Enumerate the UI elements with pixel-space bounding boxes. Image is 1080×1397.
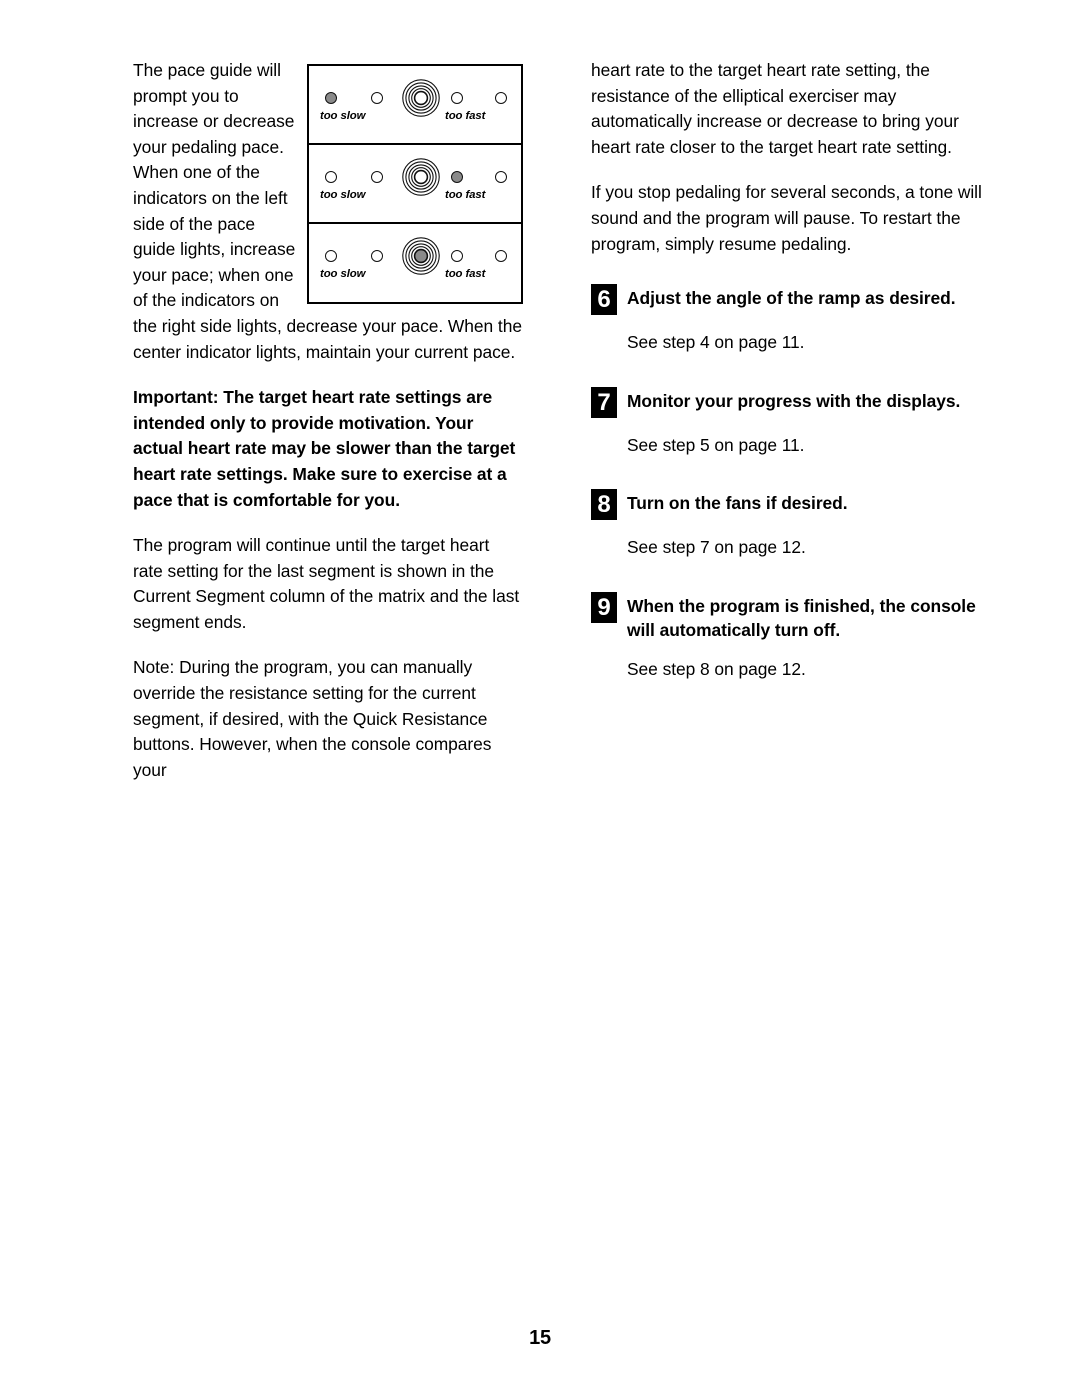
step-9-head: 9 When the program is finished, the cons…	[591, 591, 987, 642]
left-column: too slow too fast too slow too fast too …	[133, 58, 523, 783]
step-6-body: See step 4 on page 11.	[627, 332, 805, 353]
step-9-title: When the program is finished, the consol…	[627, 595, 976, 640]
label-too-fast: too fast	[445, 268, 486, 280]
pause-paragraph: If you stop pedaling for several seconds…	[591, 182, 982, 254]
label-too-slow: too slow	[320, 268, 366, 280]
pace-panel-too-slow: too slow too fast	[309, 66, 521, 145]
lamp-left-inner-icon	[371, 171, 383, 183]
lamp-right-outer-icon	[495, 92, 507, 104]
lamp-right-outer-icon	[495, 171, 507, 183]
lamp-right-outer-icon	[495, 250, 507, 262]
lamp-right-inner-icon	[451, 250, 463, 262]
lamp-row	[309, 237, 521, 275]
lamp-left-outer-icon	[325, 171, 337, 183]
lamp-left-inner-icon	[371, 92, 383, 104]
lamp-right-inner-icon	[451, 92, 463, 104]
step-9-body: See step 8 on page 12.	[627, 658, 806, 679]
manual-page: too slow too fast too slow too fast too …	[0, 0, 1080, 1397]
pace-guide-figure: too slow too fast too slow too fast too …	[307, 64, 523, 307]
step-7: 7 Monitor your progress with the display…	[591, 386, 987, 459]
lamp-left-outer-icon	[325, 92, 337, 104]
pace-panel-on-pace: too slow too fast	[309, 224, 521, 302]
important-paragraph: Important: The target heart rate setting…	[133, 387, 516, 510]
step-8-body: See step 7 on page 12.	[627, 537, 806, 558]
step-6-number-badge: 6	[591, 284, 617, 316]
program-continue-paragraph: The program will continue until the targ…	[133, 535, 520, 632]
step-9: 9 When the program is finished, the cons…	[591, 591, 987, 683]
step-7-title: Monitor your progress with the displays.	[627, 390, 961, 411]
label-too-slow: too slow	[320, 110, 366, 122]
lamp-left-inner-icon	[371, 250, 383, 262]
target-center-icon	[401, 157, 441, 197]
step-6: 6 Adjust the angle of the ramp as desire…	[591, 283, 987, 356]
label-too-fast: too fast	[445, 110, 486, 122]
step-8-head: 8 Turn on the fans if desired.	[591, 488, 987, 521]
pace-guide-diagram: too slow too fast too slow too fast too …	[307, 64, 523, 304]
lamp-row	[309, 79, 521, 117]
continued-paragraph: heart rate to the target heart rate sett…	[591, 60, 959, 157]
step-7-number-badge: 7	[591, 386, 617, 418]
step-8-number-badge: 8	[591, 489, 617, 521]
step-8-title: Turn on the fans if desired.	[627, 493, 848, 514]
label-too-slow: too slow	[320, 189, 366, 201]
right-column: heart rate to the target heart rate sett…	[591, 58, 987, 683]
step-7-head: 7 Monitor your progress with the display…	[591, 386, 987, 418]
page-number: 15	[529, 1327, 551, 1349]
target-center-icon	[401, 78, 441, 118]
target-center-icon	[401, 236, 441, 276]
lamp-right-inner-icon	[451, 171, 463, 183]
step-6-title: Adjust the angle of the ramp as desired.	[627, 288, 956, 309]
step-6-head: 6 Adjust the angle of the ramp as desire…	[591, 283, 987, 316]
step-8: 8 Turn on the fans if desired. See step …	[591, 488, 987, 561]
step-9-number-badge: 9	[591, 591, 617, 623]
note-paragraph: Note: During the program, you can manual…	[133, 657, 492, 780]
step-7-body: See step 5 on page 11.	[627, 434, 805, 455]
lamp-row	[309, 158, 521, 196]
label-too-fast: too fast	[445, 189, 486, 201]
lamp-left-outer-icon	[325, 250, 337, 262]
pace-panel-too-fast: too slow too fast	[309, 145, 521, 224]
pace-guide-block: too slow too fast too slow too fast too …	[133, 58, 523, 365]
